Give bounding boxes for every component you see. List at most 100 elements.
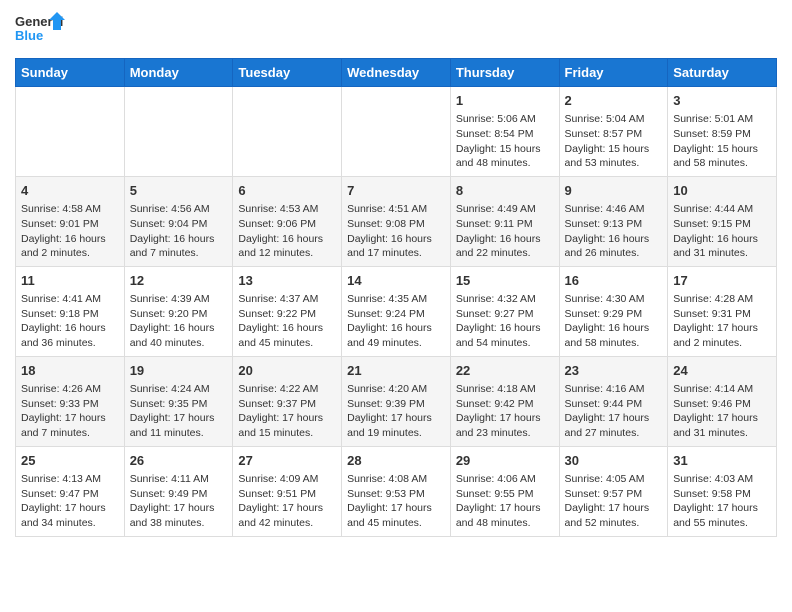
- day-number: 26: [130, 452, 228, 470]
- day-number: 2: [565, 92, 663, 110]
- day-info: Sunrise: 4:18 AM Sunset: 9:42 PM Dayligh…: [456, 382, 554, 441]
- day-number: 23: [565, 362, 663, 380]
- week-row-1: 1 Sunrise: 5:06 AM Sunset: 8:54 PM Daylig…: [16, 87, 777, 177]
- day-number: 24: [673, 362, 771, 380]
- day-number: 20: [238, 362, 336, 380]
- week-row-3: 11Sunrise: 4:41 AM Sunset: 9:18 PM Dayli…: [16, 266, 777, 356]
- day-number: 25: [21, 452, 119, 470]
- day-cell: 27Sunrise: 4:09 AM Sunset: 9:51 PM Dayli…: [233, 446, 342, 536]
- day-number: 1: [456, 92, 554, 110]
- day-number: 4: [21, 182, 119, 200]
- day-info: Sunrise: 4:14 AM Sunset: 9:46 PM Dayligh…: [673, 382, 771, 441]
- day-info: Sunrise: 4:13 AM Sunset: 9:47 PM Dayligh…: [21, 472, 119, 531]
- day-number: 18: [21, 362, 119, 380]
- day-number: 15: [456, 272, 554, 290]
- day-info: Sunrise: 4:20 AM Sunset: 9:39 PM Dayligh…: [347, 382, 445, 441]
- day-number: 27: [238, 452, 336, 470]
- day-cell: 7 Sunrise: 4:51 AM Sunset: 9:08 PM Daylig…: [342, 176, 451, 266]
- day-number: 10: [673, 182, 771, 200]
- day-cell: 9 Sunrise: 4:46 AM Sunset: 9:13 PM Daylig…: [559, 176, 668, 266]
- day-number: 16: [565, 272, 663, 290]
- day-number: 21: [347, 362, 445, 380]
- day-info: Sunrise: 4:56 AM Sunset: 9:04 PM Dayligh…: [130, 202, 228, 261]
- day-cell: 6 Sunrise: 4:53 AM Sunset: 9:06 PM Daylig…: [233, 176, 342, 266]
- day-cell: 17Sunrise: 4:28 AM Sunset: 9:31 PM Dayli…: [668, 266, 777, 356]
- svg-text:Blue: Blue: [15, 28, 43, 43]
- day-info: Sunrise: 4:51 AM Sunset: 9:08 PM Dayligh…: [347, 202, 445, 261]
- day-info: Sunrise: 4:24 AM Sunset: 9:35 PM Dayligh…: [130, 382, 228, 441]
- day-cell: 22 Sunrise: 4:18 AM Sunset: 9:42 PM Dayli…: [450, 356, 559, 446]
- day-cell: 20Sunrise: 4:22 AM Sunset: 9:37 PM Dayli…: [233, 356, 342, 446]
- week-row-5: 25 Sunrise: 4:13 AM Sunset: 9:47 PM Dayli…: [16, 446, 777, 536]
- day-info: Sunrise: 4:35 AM Sunset: 9:24 PM Dayligh…: [347, 292, 445, 351]
- calendar-body: 1 Sunrise: 5:06 AM Sunset: 8:54 PM Daylig…: [16, 87, 777, 537]
- day-info: Sunrise: 4:53 AM Sunset: 9:06 PM Dayligh…: [238, 202, 336, 261]
- page-header: General Blue: [15, 10, 777, 50]
- day-info: Sunrise: 4:44 AM Sunset: 9:15 PM Dayligh…: [673, 202, 771, 261]
- day-info: Sunrise: 4:06 AM Sunset: 9:55 PM Dayligh…: [456, 472, 554, 531]
- day-cell: 8 Sunrise: 4:49 AM Sunset: 9:11 PM Daylig…: [450, 176, 559, 266]
- day-number: 9: [565, 182, 663, 200]
- day-cell: [342, 87, 451, 177]
- day-number: 8: [456, 182, 554, 200]
- day-info: Sunrise: 4:05 AM Sunset: 9:57 PM Dayligh…: [565, 472, 663, 531]
- day-cell: 19 Sunrise: 4:24 AM Sunset: 9:35 PM Dayli…: [124, 356, 233, 446]
- day-cell: 31 Sunrise: 4:03 AM Sunset: 9:58 PM Dayli…: [668, 446, 777, 536]
- day-number: 30: [565, 452, 663, 470]
- week-row-4: 18 Sunrise: 4:26 AM Sunset: 9:33 PM Dayli…: [16, 356, 777, 446]
- logo-svg: General Blue: [15, 10, 65, 50]
- day-info: Sunrise: 5:04 AM Sunset: 8:57 PM Dayligh…: [565, 112, 663, 171]
- day-cell: 3Sunrise: 5:01 AM Sunset: 8:59 PM Daylig…: [668, 87, 777, 177]
- day-cell: 25 Sunrise: 4:13 AM Sunset: 9:47 PM Dayli…: [16, 446, 125, 536]
- day-number: 19: [130, 362, 228, 380]
- calendar-header: SundayMondayTuesdayWednesdayThursdayFrid…: [16, 59, 777, 87]
- day-info: Sunrise: 4:58 AM Sunset: 9:01 PM Dayligh…: [21, 202, 119, 261]
- day-number: 14: [347, 272, 445, 290]
- day-cell: 26 Sunrise: 4:11 AM Sunset: 9:49 PM Dayli…: [124, 446, 233, 536]
- day-number: 6: [238, 182, 336, 200]
- day-info: Sunrise: 4:39 AM Sunset: 9:20 PM Dayligh…: [130, 292, 228, 351]
- day-cell: 14 Sunrise: 4:35 AM Sunset: 9:24 PM Dayli…: [342, 266, 451, 356]
- day-info: Sunrise: 4:41 AM Sunset: 9:18 PM Dayligh…: [21, 292, 119, 351]
- day-number: 5: [130, 182, 228, 200]
- day-info: Sunrise: 4:30 AM Sunset: 9:29 PM Dayligh…: [565, 292, 663, 351]
- day-cell: 11Sunrise: 4:41 AM Sunset: 9:18 PM Dayli…: [16, 266, 125, 356]
- column-header-friday: Friday: [559, 59, 668, 87]
- day-cell: 1 Sunrise: 5:06 AM Sunset: 8:54 PM Daylig…: [450, 87, 559, 177]
- header-row: SundayMondayTuesdayWednesdayThursdayFrid…: [16, 59, 777, 87]
- day-info: Sunrise: 4:49 AM Sunset: 9:11 PM Dayligh…: [456, 202, 554, 261]
- column-header-thursday: Thursday: [450, 59, 559, 87]
- day-number: 7: [347, 182, 445, 200]
- calendar-table: SundayMondayTuesdayWednesdayThursdayFrid…: [15, 58, 777, 537]
- day-info: Sunrise: 5:06 AM Sunset: 8:54 PM Dayligh…: [456, 112, 554, 171]
- day-info: Sunrise: 4:37 AM Sunset: 9:22 PM Dayligh…: [238, 292, 336, 351]
- day-cell: 24 Sunrise: 4:14 AM Sunset: 9:46 PM Dayli…: [668, 356, 777, 446]
- day-number: 3: [673, 92, 771, 110]
- day-cell: 5 Sunrise: 4:56 AM Sunset: 9:04 PM Daylig…: [124, 176, 233, 266]
- day-number: 31: [673, 452, 771, 470]
- day-cell: 29Sunrise: 4:06 AM Sunset: 9:55 PM Dayli…: [450, 446, 559, 536]
- column-header-monday: Monday: [124, 59, 233, 87]
- day-info: Sunrise: 4:03 AM Sunset: 9:58 PM Dayligh…: [673, 472, 771, 531]
- day-cell: 13Sunrise: 4:37 AM Sunset: 9:22 PM Dayli…: [233, 266, 342, 356]
- column-header-saturday: Saturday: [668, 59, 777, 87]
- day-info: Sunrise: 4:11 AM Sunset: 9:49 PM Dayligh…: [130, 472, 228, 531]
- day-number: 22: [456, 362, 554, 380]
- day-info: Sunrise: 4:08 AM Sunset: 9:53 PM Dayligh…: [347, 472, 445, 531]
- day-cell: 16 Sunrise: 4:30 AM Sunset: 9:29 PM Dayli…: [559, 266, 668, 356]
- day-info: Sunrise: 4:26 AM Sunset: 9:33 PM Dayligh…: [21, 382, 119, 441]
- day-cell: 30 Sunrise: 4:05 AM Sunset: 9:57 PM Dayli…: [559, 446, 668, 536]
- column-header-tuesday: Tuesday: [233, 59, 342, 87]
- day-cell: 18 Sunrise: 4:26 AM Sunset: 9:33 PM Dayli…: [16, 356, 125, 446]
- logo: General Blue: [15, 10, 65, 50]
- day-cell: 23 Sunrise: 4:16 AM Sunset: 9:44 PM Dayli…: [559, 356, 668, 446]
- day-cell: 21 Sunrise: 4:20 AM Sunset: 9:39 PM Dayli…: [342, 356, 451, 446]
- day-number: 28: [347, 452, 445, 470]
- day-cell: 12Sunrise: 4:39 AM Sunset: 9:20 PM Dayli…: [124, 266, 233, 356]
- day-info: Sunrise: 4:46 AM Sunset: 9:13 PM Dayligh…: [565, 202, 663, 261]
- column-header-sunday: Sunday: [16, 59, 125, 87]
- day-cell: [16, 87, 125, 177]
- day-info: Sunrise: 4:16 AM Sunset: 9:44 PM Dayligh…: [565, 382, 663, 441]
- day-info: Sunrise: 4:28 AM Sunset: 9:31 PM Dayligh…: [673, 292, 771, 351]
- day-cell: 28 Sunrise: 4:08 AM Sunset: 9:53 PM Dayli…: [342, 446, 451, 536]
